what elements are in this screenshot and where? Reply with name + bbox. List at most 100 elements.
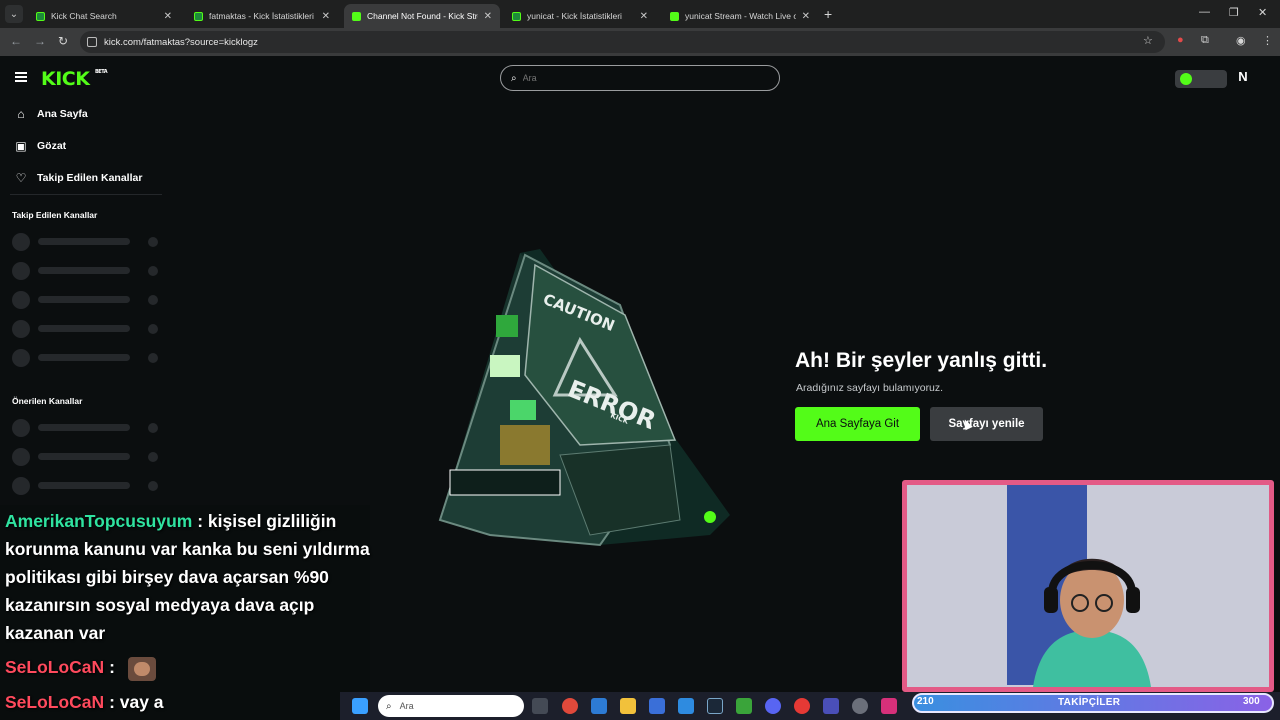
tab-title: yunicat - Kick İstatistikleri	[527, 11, 622, 21]
chat-text: : kişisel gizliliğin	[197, 511, 337, 531]
tab-favicon-icon	[36, 11, 45, 21]
sidebar-item-home[interactable]: ⌂ Ana Sayfa	[15, 103, 88, 125]
sidebar-divider	[10, 194, 162, 195]
teams-icon[interactable]	[823, 698, 839, 714]
mail-icon[interactable]	[678, 698, 694, 714]
kick-logo[interactable]: KICK BETA	[41, 68, 108, 90]
chat-text: :	[109, 657, 115, 677]
close-tab-icon[interactable]: ✕	[322, 11, 330, 22]
browser-tab[interactable]: fatmaktas - Kick İstatistikleri ✕	[186, 4, 338, 28]
channel-skeleton	[12, 348, 162, 367]
url-bar[interactable]: kick.com/fatmaktas?source=kicklogz	[80, 31, 1165, 53]
search-input[interactable]	[522, 73, 763, 83]
close-tab-icon[interactable]: ✕	[640, 11, 648, 22]
search-box[interactable]: ⌕	[500, 65, 780, 91]
chat-message: AmerikanTopcusuyum : kişisel gizliliğin	[5, 507, 336, 535]
channel-skeleton	[12, 476, 162, 495]
tab-favicon-icon	[512, 11, 521, 21]
tab-favicon-icon	[194, 11, 203, 21]
streamer-webcam	[902, 480, 1274, 692]
close-tab-icon[interactable]: ✕	[802, 11, 810, 22]
refresh-page-button[interactable]: Sayfayı yenile	[930, 407, 1043, 441]
close-tab-icon[interactable]: ✕	[484, 11, 492, 22]
xbox-icon[interactable]	[736, 698, 752, 714]
sidebar-item-label: Ana Sayfa	[37, 108, 88, 120]
restore-icon[interactable]: ❐	[1229, 6, 1239, 19]
channel-skeleton	[12, 418, 162, 437]
tab-title: Kick Chat Search	[51, 11, 117, 21]
browser-tab[interactable]: yunicat - Kick İstatistikleri ✕	[504, 4, 656, 28]
store-icon[interactable]	[649, 698, 665, 714]
home-icon: ⌂	[17, 107, 25, 121]
chat-text: politikası gibi birşey dava açarsan %90	[5, 567, 329, 587]
search-icon: ⌕	[511, 72, 517, 84]
back-icon[interactable]: ←	[10, 34, 22, 48]
task-view-icon[interactable]	[532, 698, 548, 714]
follower-count: 210	[917, 696, 934, 707]
theme-toggle[interactable]	[1175, 70, 1227, 88]
instagram-icon[interactable]	[881, 698, 897, 714]
steam-icon[interactable]	[707, 698, 723, 714]
followed-channels-heading: Takip Edilen Kanallar	[12, 210, 98, 220]
app-icon[interactable]	[794, 698, 810, 714]
discord-icon[interactable]	[765, 698, 781, 714]
search-icon: ⌕	[386, 700, 392, 712]
tab-favicon-icon	[352, 11, 361, 21]
logo-text: KICK	[41, 68, 90, 90]
chat-text: korunma kanunu var kanka bu seni yıldırm…	[5, 539, 370, 559]
chrome-icon[interactable]	[562, 698, 578, 714]
forward-icon[interactable]: →	[34, 34, 46, 48]
browser-tab[interactable]: yunicat Stream - Watch Live on ✕	[662, 4, 818, 28]
browse-icon: ▣	[15, 139, 27, 153]
tab-title: yunicat Stream - Watch Live on	[685, 11, 796, 21]
minimize-icon[interactable]: —	[1199, 6, 1210, 18]
tab-list-button[interactable]: ⌄	[5, 5, 23, 23]
user-avatar[interactable]: N	[1234, 69, 1252, 87]
chat-username: SeLoLoCaN	[5, 692, 105, 712]
profile-icon[interactable]: ◉	[1236, 34, 1246, 47]
chat-text: kazanırsın sosyal medyaya dava açıp	[5, 595, 315, 615]
channel-skeleton	[12, 290, 162, 309]
close-window-icon[interactable]: ✕	[1258, 6, 1267, 19]
reload-icon[interactable]: ↻	[58, 34, 68, 48]
channel-skeleton	[12, 319, 162, 338]
site-info-icon[interactable]	[87, 37, 97, 47]
app-icon[interactable]	[591, 698, 607, 714]
follower-goal: 300	[1243, 696, 1260, 707]
extensions-puzzle-icon[interactable]: ⧉	[1201, 34, 1209, 47]
taskbar-search[interactable]: ⌕ Ara	[378, 695, 524, 717]
site-header: KICK BETA ⌕ N	[0, 56, 1280, 100]
browser-tab-active[interactable]: Channel Not Found - Kick Strea ✕	[344, 4, 500, 28]
chat-message: SeLoLoCaN :	[5, 653, 115, 681]
streamer-figure	[1033, 558, 1151, 687]
channel-skeleton	[12, 447, 162, 466]
sidebar-item-label: Gözat	[37, 140, 67, 152]
browser-tab[interactable]: Kick Chat Search ✕	[28, 4, 180, 28]
chat-username: AmerikanTopcusuyum	[5, 511, 193, 531]
sidebar-item-following[interactable]: ♡ Takip Edilen Kanallar	[15, 167, 143, 189]
extension-icon[interactable]: ●	[1177, 34, 1184, 46]
new-tab-icon[interactable]: +	[824, 6, 832, 22]
browser-menu-icon[interactable]: ⋮	[1262, 34, 1273, 47]
close-tab-icon[interactable]: ✕	[164, 11, 172, 22]
go-home-button[interactable]: Ana Sayfaya Git	[795, 407, 920, 441]
app-icon[interactable]	[852, 698, 868, 714]
file-explorer-icon[interactable]	[620, 698, 636, 714]
sidebar-item-browse[interactable]: ▣ Gözat	[15, 135, 66, 157]
chat-emote-icon	[128, 657, 156, 681]
beta-badge: BETA	[95, 69, 108, 75]
url-text: kick.com/fatmaktas?source=kicklogz	[104, 36, 258, 48]
error-subtitle: Aradığınız sayfayı bulamıyoruz.	[796, 382, 944, 394]
channel-skeleton	[12, 261, 162, 280]
caution-sign-illustration: CAUTION ERROR KICK	[438, 249, 730, 547]
chat-message: SeLoLoCaN : vay a	[5, 688, 164, 716]
menu-icon[interactable]	[15, 72, 27, 82]
tab-favicon-icon	[670, 11, 679, 21]
heart-icon: ♡	[15, 171, 27, 185]
toggle-knob	[1180, 73, 1192, 85]
bookmark-star-icon[interactable]: ☆	[1143, 34, 1153, 47]
chat-text: : vay a	[109, 692, 164, 712]
windows-start-icon[interactable]	[352, 698, 368, 714]
channel-skeleton	[12, 232, 162, 251]
suggested-channels-heading: Önerilen Kanallar	[12, 396, 83, 406]
